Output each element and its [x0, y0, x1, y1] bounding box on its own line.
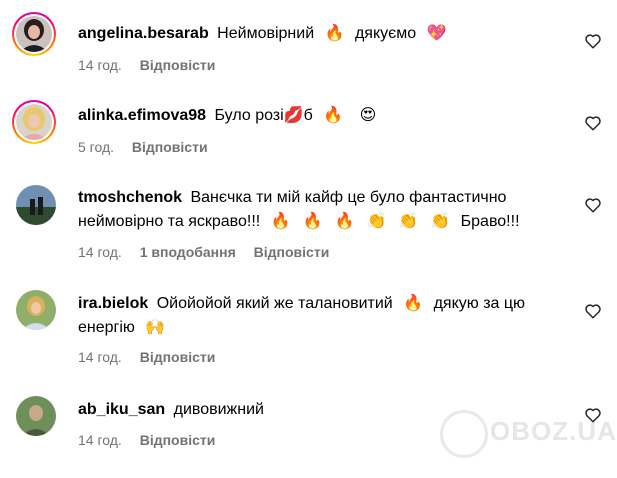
comment-body-cont: б: [303, 107, 313, 124]
comment-body: Було розі: [214, 107, 284, 124]
heart-eyes-emoji: 😍: [359, 107, 377, 124]
clap-emoji: 👏: [366, 213, 387, 230]
comment-text: tmoshchenok Ванєчка ти мій кайф це було …: [78, 186, 548, 234]
comment-body-cont: Браво!!!: [460, 213, 520, 230]
reply-button[interactable]: Відповісти: [140, 57, 216, 73]
like-button[interactable]: [584, 196, 604, 216]
fire-emoji: 🔥: [302, 213, 323, 230]
avatar-story-ring[interactable]: [12, 100, 56, 144]
avatar[interactable]: [16, 185, 56, 225]
fire-emoji: 🔥: [334, 213, 355, 230]
reply-button[interactable]: Відповісти: [140, 432, 216, 448]
watermark-text: OBOZ.UA: [490, 416, 617, 446]
comment-meta: 14 год. 1 вподобання Відповісти: [78, 243, 343, 261]
comment-username[interactable]: angelina.besarab: [78, 25, 209, 42]
comment-meta: 14 год. Відповісти: [78, 348, 229, 366]
watermark-logo-icon: [440, 410, 488, 458]
heart-outline-icon: [585, 304, 601, 319]
fire-emoji: 🔥: [324, 25, 345, 42]
heart-emoji: 💖: [426, 25, 447, 42]
comment-body: дивовижний: [173, 401, 264, 418]
heart-outline-icon: [585, 198, 601, 213]
comment-meta: 14 год. Відповісти: [78, 56, 229, 74]
heart-outline-icon: [585, 34, 601, 49]
comment-time[interactable]: 14 год.: [78, 57, 122, 73]
heart-outline-icon: [585, 116, 601, 131]
avatar: [16, 104, 52, 140]
comment-meta: 14 год. Відповісти: [78, 431, 229, 449]
like-button[interactable]: [584, 32, 604, 52]
avatar[interactable]: [16, 290, 56, 330]
avatar-story-ring[interactable]: [12, 12, 56, 56]
comment-username[interactable]: ira.bielok: [78, 295, 148, 312]
comment-username[interactable]: ab_iku_san: [78, 401, 165, 418]
comment-body-cont: дякуємо: [354, 25, 417, 42]
comment-time[interactable]: 14 год.: [78, 432, 122, 448]
comment-username[interactable]: alinka.efimova98: [78, 107, 206, 124]
comment-text: alinka.efimova98 Було розі💋б 🔥 😍: [78, 104, 548, 128]
comment-time[interactable]: 14 год.: [78, 349, 122, 365]
comment-body: Неймовірний: [217, 25, 315, 42]
avatar[interactable]: [16, 396, 56, 436]
likes-count[interactable]: 1 вподобання: [140, 244, 236, 260]
raised-hands-emoji: 🙌: [145, 319, 166, 336]
avatar: [16, 16, 52, 52]
fire-emoji: 🔥: [323, 107, 344, 124]
comment-username[interactable]: tmoshchenok: [78, 189, 182, 206]
fire-emoji: 🔥: [270, 213, 291, 230]
like-button[interactable]: [584, 302, 604, 322]
clap-emoji: 👏: [430, 213, 451, 230]
comment-text: ira.bielok Ойойойой який же талановитий …: [78, 292, 548, 340]
watermark: OBOZ.UA: [440, 408, 616, 458]
reply-button[interactable]: Відповісти: [132, 139, 208, 155]
comment-body: Ойойойой який же талановитий: [156, 295, 393, 312]
kiss-emoji: 💋: [283, 107, 304, 124]
reply-button[interactable]: Відповісти: [140, 349, 216, 365]
like-button[interactable]: [584, 114, 604, 134]
clap-emoji: 👏: [398, 213, 419, 230]
comment-time[interactable]: 5 год.: [78, 139, 114, 155]
fire-emoji: 🔥: [403, 295, 424, 312]
comment-meta: 5 год. Відповісти: [78, 138, 222, 156]
reply-button[interactable]: Відповісти: [254, 244, 330, 260]
comment-text: angelina.besarab Неймовірний 🔥 дякуємо 💖: [78, 22, 548, 46]
comment-time[interactable]: 14 год.: [78, 244, 122, 260]
